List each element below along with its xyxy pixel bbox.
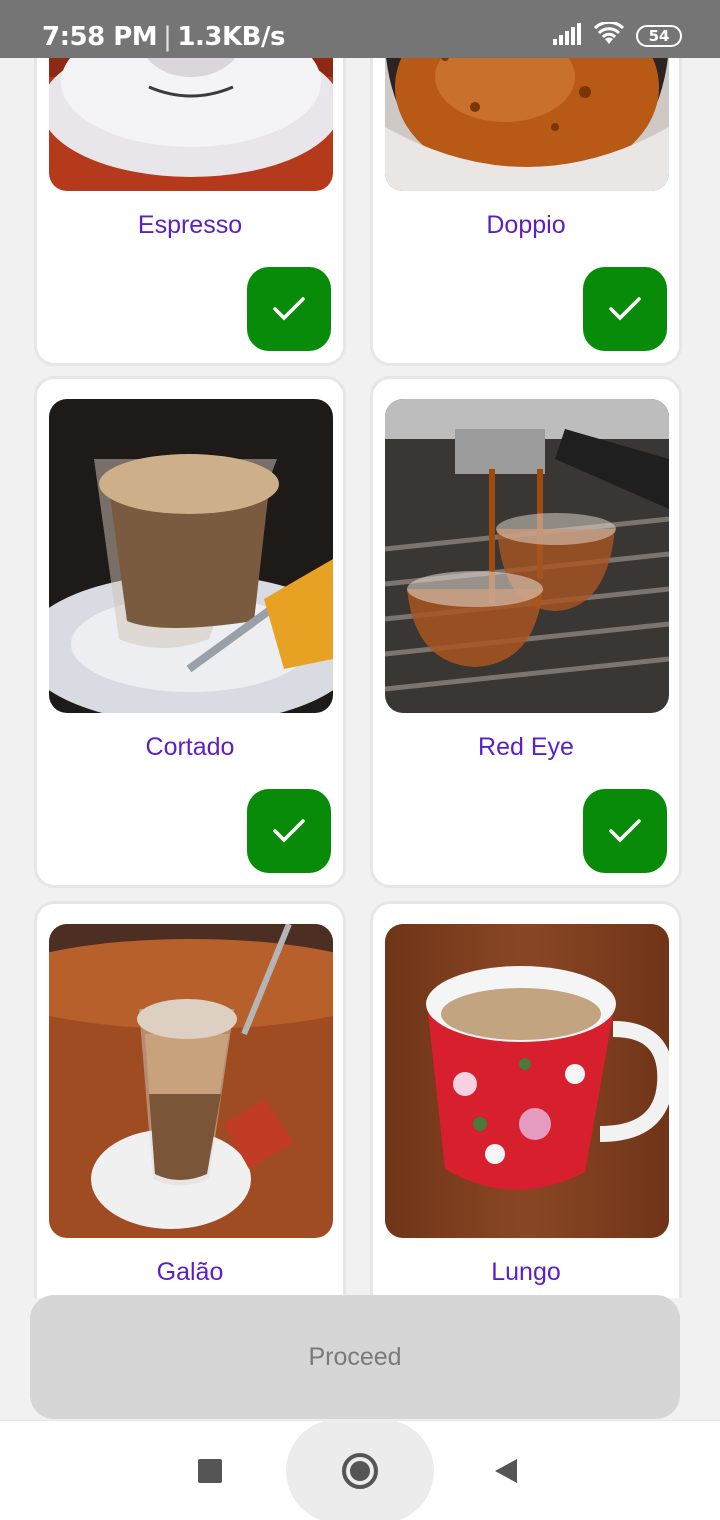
product-card-red-eye[interactable]: Red Eye: [370, 376, 682, 888]
product-card-doppio[interactable]: Doppio: [370, 58, 682, 366]
checkmark-icon: [273, 297, 305, 321]
status-bar: 7:58 PM | 1.3KB/s 54: [0, 0, 720, 58]
back-button[interactable]: [476, 1421, 536, 1520]
checkmark-icon: [609, 819, 641, 843]
cortado-image: [49, 399, 333, 713]
selected-check-button[interactable]: [247, 267, 331, 351]
home-circle-icon: [342, 1453, 378, 1489]
battery-icon: 54: [636, 25, 682, 47]
selected-check-button[interactable]: [583, 267, 667, 351]
product-title: Doppio: [486, 211, 566, 239]
product-title: Red Eye: [478, 733, 574, 761]
product-title: Espresso: [137, 211, 243, 239]
lungo-image: [385, 924, 669, 1238]
back-triangle-icon: [495, 1459, 517, 1483]
checkmark-icon: [609, 297, 641, 321]
wifi-icon: [593, 20, 625, 51]
product-card-espresso[interactable]: Espresso: [34, 58, 346, 366]
selected-check-button[interactable]: [247, 789, 331, 873]
status-time: 7:58 PM | 1.3KB/s: [42, 22, 285, 52]
product-title: Galão: [156, 1258, 224, 1286]
product-card-cortado[interactable]: Cortado: [34, 376, 346, 888]
checkmark-icon: [273, 819, 305, 843]
proceed-button[interactable]: Proceed: [30, 1295, 680, 1419]
recents-square-icon: [198, 1459, 222, 1483]
espresso-image: [49, 58, 333, 191]
galao-image: [49, 924, 333, 1238]
product-title: Cortado: [145, 733, 235, 761]
selected-check-button[interactable]: [583, 789, 667, 873]
product-card-lungo[interactable]: Lungo: [370, 901, 682, 1298]
product-title: Lungo: [491, 1258, 561, 1286]
signal-icon: [552, 22, 582, 50]
recents-button[interactable]: [180, 1421, 240, 1520]
doppio-image: [385, 58, 669, 191]
product-grid[interactable]: Espresso Doppio Cortado Red Eye Galão Lu…: [0, 58, 720, 1298]
red-eye-image: [385, 399, 669, 713]
product-card-galao[interactable]: Galão: [34, 901, 346, 1298]
home-button[interactable]: [286, 1419, 434, 1520]
system-nav-bar: [0, 1419, 720, 1520]
